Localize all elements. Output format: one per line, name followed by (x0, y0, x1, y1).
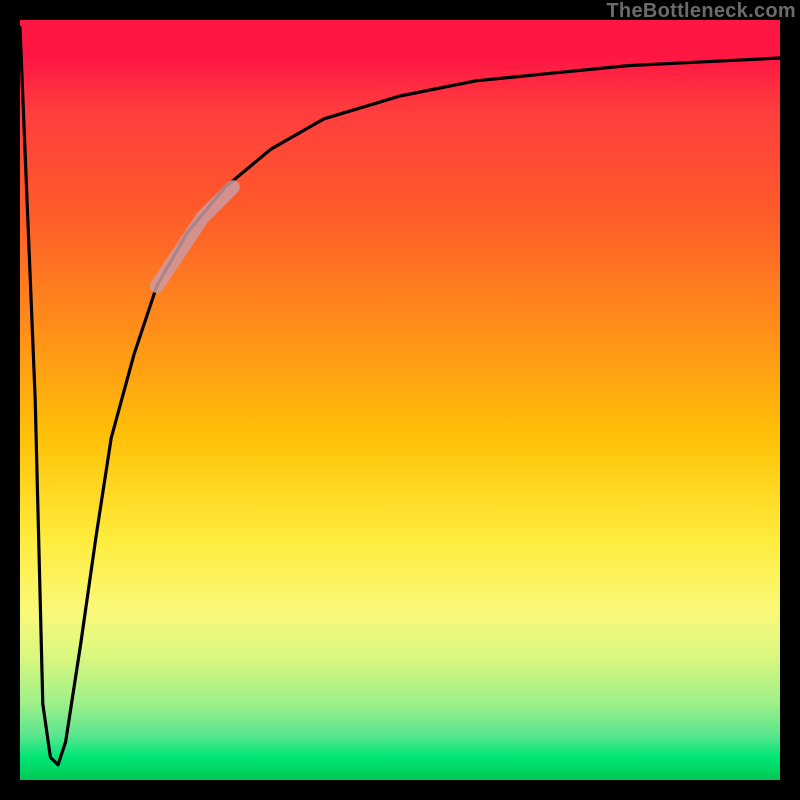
chart-frame: TheBottleneck.com (0, 0, 800, 800)
highlight-band (157, 187, 233, 286)
curve-svg (20, 20, 780, 780)
watermark-text: TheBottleneck.com (606, 0, 796, 23)
main-curve (20, 28, 780, 765)
